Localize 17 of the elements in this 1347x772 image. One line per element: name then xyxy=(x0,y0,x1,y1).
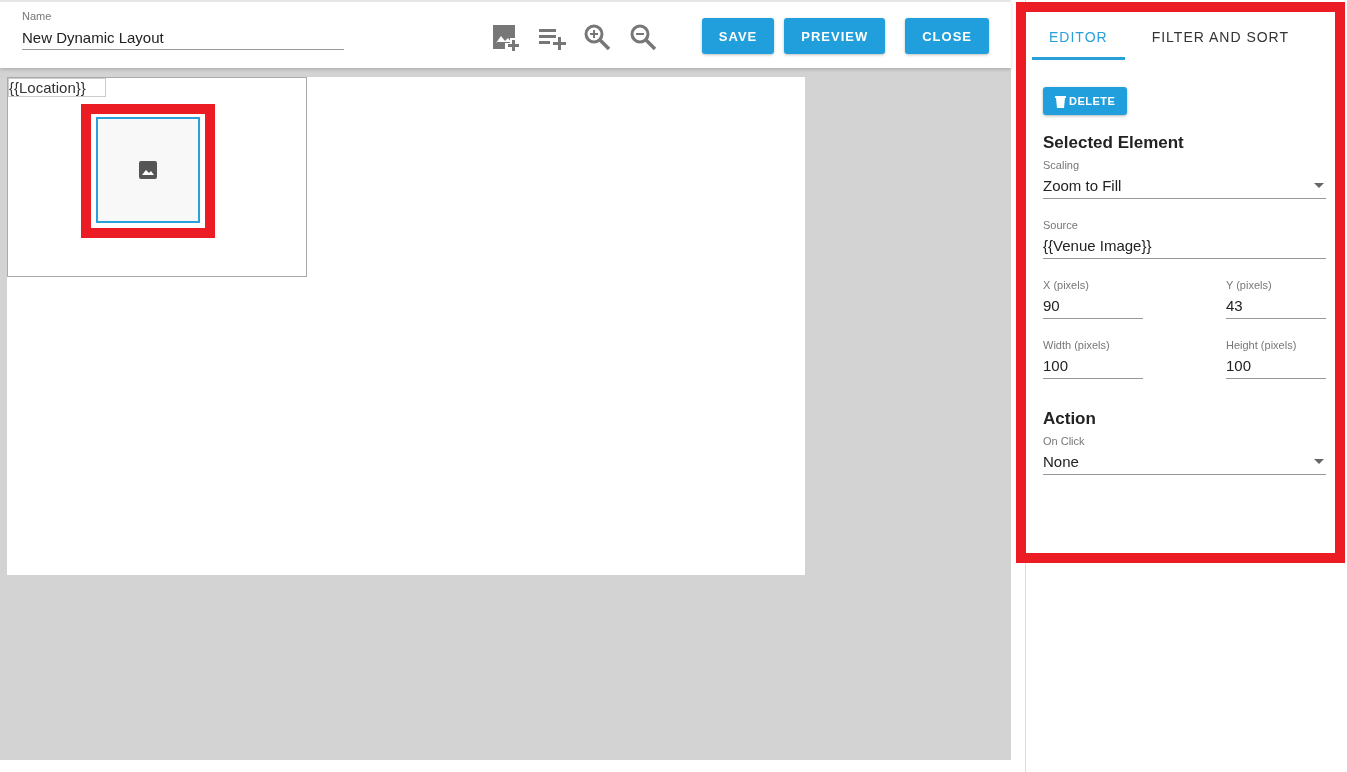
input-field[interactable]: Height (pixels) 100 xyxy=(1226,339,1326,379)
image-element[interactable] xyxy=(96,117,200,223)
location-text-element[interactable]: {{Location}} xyxy=(8,78,106,97)
name-field[interactable]: Name New Dynamic Layout xyxy=(22,10,344,50)
select-field[interactable]: Scaling Zoom to Fill xyxy=(1043,159,1326,199)
select-field[interactable]: On Click None xyxy=(1043,435,1326,475)
image-icon xyxy=(138,160,158,180)
input-field[interactable]: Width (pixels) 100 xyxy=(1043,339,1143,379)
input-field[interactable]: X (pixels) 90 xyxy=(1043,279,1143,319)
trash-icon xyxy=(1055,94,1066,108)
section-heading: Action xyxy=(1043,409,1097,429)
caret-icon xyxy=(1314,183,1324,188)
input-field[interactable]: Source {{Venue Image}} xyxy=(1043,219,1326,259)
section-heading: Selected Element xyxy=(1043,133,1185,153)
panel-tab[interactable]: FILTER AND SORT xyxy=(1134,14,1307,60)
caret-icon xyxy=(1314,459,1324,464)
input-field[interactable]: Y (pixels) 43 xyxy=(1226,279,1326,319)
